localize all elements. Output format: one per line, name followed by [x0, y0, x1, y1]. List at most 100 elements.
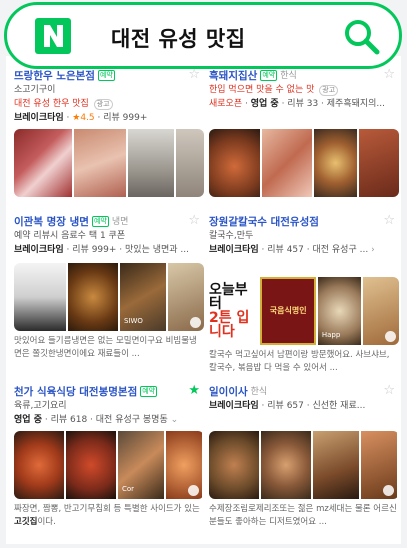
- photo[interactable]: [359, 129, 399, 197]
- review-count: 리뷰 618: [50, 415, 88, 425]
- status-text: 영업 중: [14, 415, 42, 425]
- search-bar[interactable]: 대전 유성 맛집: [4, 2, 402, 69]
- photo-strip[interactable]: Cor: [14, 431, 204, 499]
- review-count: 리뷰 33 · 제주흑돼지의...: [287, 99, 386, 109]
- naver-logo: [35, 18, 71, 54]
- poster-text: 2튼 입니다: [209, 310, 250, 340]
- rating: ★4.5: [72, 113, 95, 123]
- new-open-label: 새로오픈: [209, 99, 243, 109]
- photo-strip[interactable]: SIWO: [14, 263, 204, 331]
- more-photos-icon: [383, 485, 394, 496]
- place-title[interactable]: 이관복 명장 냉면: [14, 215, 89, 229]
- summary-text: 이다.: [37, 517, 56, 527]
- status-text: 브레이크타임: [209, 401, 259, 411]
- summary-text: 짜장면, 짬뽕, 반고기무침회 등 특별한 사이드가 있는: [14, 504, 200, 514]
- poster-text: 오늘부터: [209, 282, 248, 312]
- photo[interactable]: [361, 431, 397, 499]
- more-photos-icon: [188, 485, 199, 496]
- status-text: 브레이크타임: [14, 245, 64, 255]
- photo[interactable]: [74, 129, 126, 197]
- photo[interactable]: [14, 129, 72, 197]
- ad-tag: 광고: [93, 99, 113, 110]
- review-count: 리뷰 457: [267, 245, 304, 255]
- ad-tag: 광고: [319, 85, 339, 96]
- place-title[interactable]: 천가 식육식당 대전봉명본점: [14, 385, 137, 399]
- status-text: 브레이크타임: [209, 245, 259, 255]
- chevron-down-icon[interactable]: ⌄: [171, 415, 179, 425]
- review-excerpt: 수제장조림로제리조또는 젊은 mz세대는 물론 어르신분들도 좋아하는 디저트였…: [209, 504, 397, 527]
- favorite-star-icon[interactable]: ★: [188, 384, 200, 398]
- photo[interactable]: [176, 129, 204, 197]
- more-photos-icon: [385, 331, 396, 342]
- review-excerpt: 맛있어요 들기름냉면은 없는 모밀면이구요 비빔물냉면은 쫄깃한냉면이에요 재료…: [14, 336, 197, 359]
- photo[interactable]: [14, 431, 64, 499]
- address-text: 대전 유성구 봉명동: [95, 415, 168, 425]
- photo[interactable]: [128, 129, 174, 197]
- photo[interactable]: [261, 431, 311, 499]
- search-query[interactable]: 대전 유성 맛집: [111, 23, 246, 53]
- search-icon[interactable]: [343, 18, 381, 56]
- review-count: 리뷰 999+: [103, 113, 148, 123]
- photo[interactable]: [262, 129, 312, 197]
- photo-label: Cor: [122, 485, 135, 493]
- photo[interactable]: [14, 263, 66, 331]
- place-category: 소고기구이: [14, 85, 56, 95]
- favorite-star-icon[interactable]: ☆: [188, 214, 200, 228]
- reservation-badge: 예약: [140, 386, 158, 397]
- favorite-star-icon[interactable]: ☆: [383, 68, 395, 82]
- chevron-down-icon[interactable]: ›: [371, 245, 375, 255]
- place-card[interactable]: 이관복 명장 냉면 예약 냉면 ☆ 예약 리뷰시 음료수 택 1 쿠폰 브레이크…: [14, 214, 204, 361]
- favorite-star-icon[interactable]: ☆: [188, 68, 200, 82]
- review-snippet: 신선한 재료...: [312, 401, 366, 411]
- place-card[interactable]: 일이이사 한식 ☆ 브레이크타임 · 리뷰 657 · 신선한 재료... 수제…: [209, 384, 399, 529]
- photo[interactable]: 오늘부터 2튼 입니다: [209, 277, 259, 345]
- photo[interactable]: Cor: [118, 431, 164, 499]
- place-title[interactable]: 장원갈칼국수 대전유성점: [209, 215, 319, 229]
- photo[interactable]: [363, 277, 399, 345]
- status-text: 영업 중: [250, 99, 279, 109]
- sign-text: 국음식명인: [269, 306, 307, 315]
- place-card[interactable]: 흑돼지집산 예약 한식 ☆ 한입 먹으면 맛을 수 없는 맛 광고 새로오픈 ·…: [209, 68, 399, 197]
- results-grid: 뜨랑한우 노은본점 예약 ☆ 소고기구이 대전 유성 한우 맛집 광고 브레이크…: [6, 56, 401, 544]
- photo[interactable]: [166, 431, 202, 499]
- favorite-star-icon[interactable]: ☆: [383, 214, 395, 228]
- photo[interactable]: [209, 431, 259, 499]
- photo-strip[interactable]: [14, 129, 204, 197]
- photo[interactable]: Happ: [317, 277, 362, 345]
- summary-highlight: 고깃집: [14, 517, 38, 527]
- place-title[interactable]: 일이이사: [209, 385, 248, 399]
- photo[interactable]: [68, 263, 118, 331]
- photo-label: SIWO: [124, 317, 143, 325]
- promo-text: 한입 먹으면 맛을 수 없는 맛: [209, 85, 315, 95]
- review-snippet: 맛있는 냉면과 ...: [125, 245, 190, 255]
- reservation-badge: 예약: [260, 70, 278, 81]
- review-count: 리뷰 657: [267, 401, 304, 411]
- reservation-badge: 예약: [91, 216, 109, 227]
- place-card[interactable]: 뜨랑한우 노은본점 예약 ☆ 소고기구이 대전 유성 한우 맛집 광고 브레이크…: [14, 68, 204, 197]
- favorite-star-icon[interactable]: ☆: [383, 384, 395, 398]
- place-category: 한식: [250, 386, 268, 397]
- photo-label: Happ: [321, 331, 341, 339]
- place-title[interactable]: 흑돼지집산: [209, 69, 257, 83]
- photo[interactable]: [313, 129, 358, 197]
- photo-strip[interactable]: 오늘부터 2튼 입니다 국음식명인 Happ: [209, 277, 399, 345]
- place-summary: 짜장면, 짬뽕, 반고기무침회 등 특별한 사이드가 있는 고깃집이다.: [14, 503, 204, 529]
- photo[interactable]: [313, 431, 359, 499]
- coupon-text: 예약 리뷰시 음료수 택 1 쿠폰: [14, 231, 126, 241]
- photo[interactable]: SIWO: [120, 263, 166, 331]
- photo[interactable]: [168, 263, 204, 331]
- photo-strip[interactable]: [209, 431, 399, 499]
- place-title[interactable]: 뜨랑한우 노은본점: [14, 69, 95, 83]
- place-category: 냉면: [111, 216, 129, 227]
- photo-strip[interactable]: [209, 129, 399, 197]
- photo[interactable]: [209, 129, 261, 197]
- review-count: 리뷰 999+: [72, 245, 117, 255]
- place-category: 한식: [280, 70, 297, 81]
- place-category: 칼국수,만두: [209, 231, 254, 241]
- place-card-selected[interactable]: 천가 식육식당 대전봉명본점 예약 ★ 육류,고기요리 영업 중 · 리뷰 61…: [14, 384, 204, 529]
- address-text: 대전 유성구 ...: [312, 245, 369, 255]
- promo-text: 대전 유성 한우 맛집: [14, 99, 89, 109]
- photo[interactable]: [66, 431, 116, 499]
- place-card[interactable]: 장원갈칼국수 대전유성점 ☆ 칼국수,만두 브레이크타임 · 리뷰 457 · …: [209, 214, 399, 375]
- photo[interactable]: 국음식명인: [260, 277, 316, 345]
